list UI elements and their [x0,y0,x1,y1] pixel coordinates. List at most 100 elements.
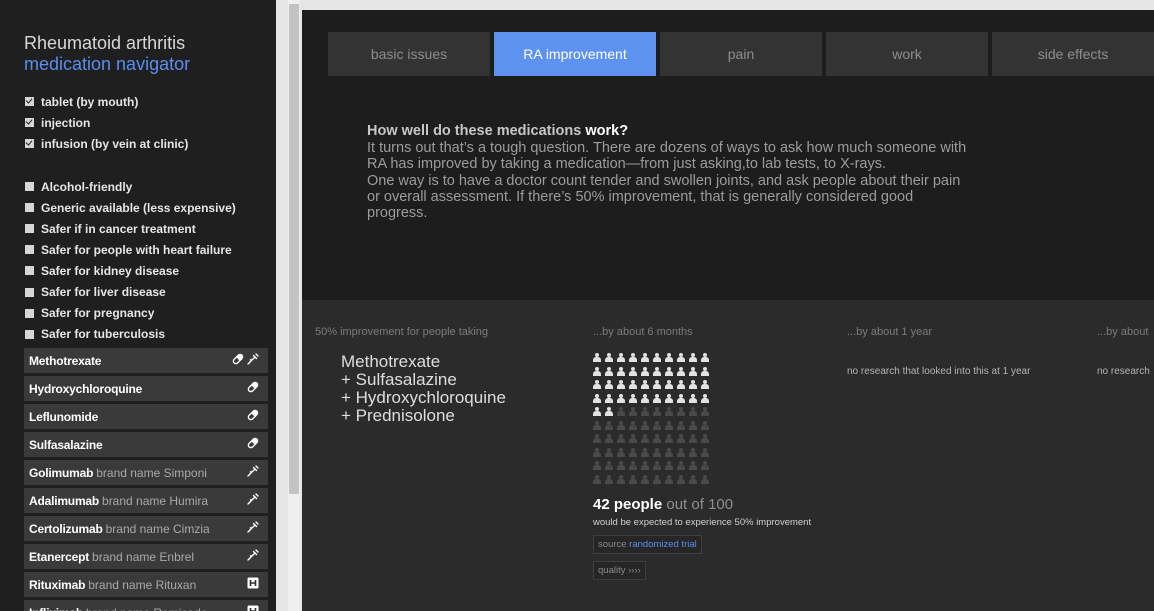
pill-icon [247,381,259,396]
checkbox[interactable] [25,97,34,107]
sidebar-scrollbar[interactable] [288,0,300,611]
medication-label: Leflunomide [29,410,98,424]
person-icon [593,353,601,362]
person-icon [641,393,649,403]
checkbox[interactable] [25,182,34,192]
intro-question-bold: work? [585,123,629,139]
quality-badge[interactable]: quality ›››› [593,561,646,580]
syringe-icon [247,521,259,536]
person-icon [653,474,661,484]
person-icon [689,393,697,403]
source-badge: source randomized trial [593,535,702,554]
person-icon [617,366,625,376]
route-icons [232,353,259,368]
person-icon [617,461,625,470]
route-filter-0[interactable]: tablet (by mouth) [25,91,188,112]
route-icons [247,521,259,536]
route-filter-1[interactable]: injection [25,112,188,133]
medication-combination: Methotrexate + Sulfasalazine + Hydroxychlo… [341,353,561,425]
medication-item[interactable]: Infliximabbrand name Remicade [24,600,268,611]
person-icon [653,461,661,470]
person-icon [641,447,649,457]
medication-name: Golimumab [29,465,94,480]
syringe-icon [247,465,259,480]
app-title: Rheumatoid arthritis medication navigato… [24,33,190,75]
column-header-1-year: ...by about 1 year [847,326,932,338]
medication-name: Leflunomide [29,409,99,424]
medication-item[interactable]: Hydroxychloroquine [24,376,268,401]
person-icon [617,393,625,403]
person-icon [605,434,613,443]
main-panel: basic issues RA improvement pain work side e… [302,10,1154,611]
checkbox[interactable] [25,245,34,255]
checkbox[interactable] [25,266,34,276]
pill-icon [247,409,259,424]
person-icon [605,407,613,416]
property-filter-4[interactable]: Safer for kidney disease [25,260,236,281]
property-filter-1[interactable]: Generic available (less expensive) [25,197,236,218]
checkbox[interactable] [25,308,34,318]
person-icon [701,420,709,430]
person-icon [653,393,661,403]
person-icon [629,474,637,484]
medication-item[interactable]: Rituximab brand name Rituxan [24,572,268,597]
person-icon [593,366,601,376]
person-icon [677,366,685,376]
person-icon [701,447,709,457]
medication-item[interactable]: Certolizumab brand name Cimzia [24,516,268,541]
person-icon [665,420,673,430]
scrollbar-thumb[interactable] [289,4,299,494]
checkbox[interactable] [25,203,34,213]
person-icon [701,353,709,362]
sidebar: Rheumatoid arthritis medication navigato… [0,0,276,611]
person-icon [653,420,661,430]
property-filter-0[interactable]: Alcohol-friendly [25,176,236,197]
combination-drug: + Sulfasalazine [341,370,457,389]
source-link[interactable]: randomized trial [629,539,697,550]
tab-ra-improvement[interactable]: RA improvement [494,32,656,76]
tab-work[interactable]: work [826,32,988,76]
checkbox[interactable] [25,139,34,149]
tab-pain[interactable]: pain [660,32,822,76]
tab-side-effects[interactable]: side effects [992,32,1154,76]
medication-brand: brand name Rituxan [88,577,197,592]
medication-brand: brand name Simponi [96,465,207,480]
checkbox[interactable] [25,329,34,339]
medication-name: Adalimumab [29,493,100,508]
property-filter-6[interactable]: Safer for pregnancy [25,303,236,324]
source-label: source [598,539,630,550]
medication-item[interactable]: Etanercept brand name Enbrel [24,544,268,569]
medication-label: Certolizumab brand name Cimzia [29,522,210,536]
person-icon [605,353,613,362]
medication-item[interactable]: Sulfasalazine [24,432,268,457]
person-icon [605,380,613,389]
medication-item[interactable]: Methotrexate [24,348,268,373]
checkbox[interactable] [25,224,34,234]
medication-label: Adalimumab brand name Humira [29,494,208,508]
person-icon [689,420,697,430]
checkbox[interactable] [25,287,34,297]
route-filter-2[interactable]: infusion (by vein at clinic) [25,133,188,154]
person-icon [617,353,625,362]
tab-basic-issues[interactable]: basic issues [328,32,490,76]
person-icon [665,474,673,484]
medication-item[interactable]: Adalimumab brand name Humira [24,488,268,513]
person-icon [629,461,637,470]
checkbox[interactable] [25,118,34,128]
person-icon [629,393,637,403]
person-icon [665,447,673,457]
property-filter-5[interactable]: Safer for liver disease [25,281,236,302]
property-filter-7[interactable]: Safer for tuberculosis [25,324,236,345]
person-icon [593,461,601,470]
property-filter-2[interactable]: Safer if in cancer treatment [25,218,236,239]
route-icons [247,605,259,611]
person-icon [689,353,697,362]
medication-item[interactable]: Leflunomide [24,404,268,429]
medication-name: Methotrexate [29,353,102,368]
medication-item[interactable]: Golimumab brand name Simponi [24,460,268,485]
person-icon [701,407,709,416]
property-filter-3[interactable]: Safer for people with heart failure [25,239,236,260]
intro-text: How well do these medications work? It t… [367,123,967,222]
medication-label: Methotrexate [29,354,101,368]
route-filters: tablet (by mouth) injection infusion (by v… [25,91,188,154]
